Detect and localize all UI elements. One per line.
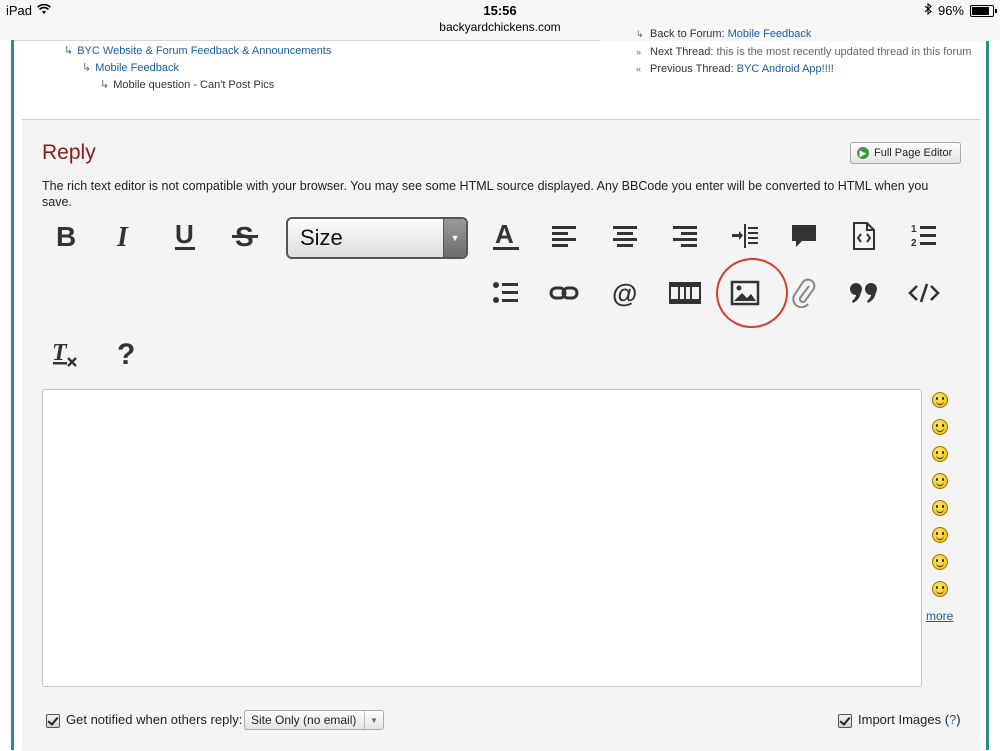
frown-icon[interactable] (932, 419, 948, 435)
bluetooth-icon (924, 2, 932, 18)
notify-select-value: Site Only (no email) (251, 713, 357, 727)
reply-text-area[interactable] (42, 389, 922, 687)
indent-icon[interactable] (725, 216, 765, 256)
link-icon[interactable] (544, 273, 584, 313)
back-to-forum-link[interactable]: Mobile Feedback (728, 28, 812, 38)
previous-thread-label: Previous Thread: (650, 63, 734, 75)
import-images-text: Import Images ( (858, 712, 950, 727)
page-left-border (0, 40, 14, 750)
svg-text:I: I (116, 222, 129, 251)
previous-thread-row: « Previous Thread: BYC Android App!!!! (636, 61, 971, 78)
notify-select[interactable]: Site Only (no email) ▼ (244, 710, 384, 730)
strikethrough-icon[interactable]: S (225, 216, 265, 256)
next-thread-text: this is the most recently updated thread… (716, 46, 972, 58)
back-to-forum-label: Back to Forum: (650, 28, 725, 38)
breadcrumb: ↳ BYC Website & Forum Feedback & Announce… (64, 43, 331, 94)
more-smileys-link[interactable]: more (926, 609, 953, 623)
full-page-editor-label: Full Page Editor (874, 147, 953, 159)
svg-text:B: B (56, 221, 76, 251)
breadcrumb-arrow-icon: ↳ (82, 62, 92, 74)
full-page-editor-button[interactable]: ▶ Full Page Editor (850, 142, 962, 164)
cool-icon[interactable] (932, 554, 948, 570)
battery-percent: 96% (937, 3, 964, 18)
breadcrumb-subforum-link[interactable]: Mobile Feedback (95, 62, 179, 74)
align-right-icon[interactable] (665, 216, 705, 256)
thread-navigation: ↳ Back to Forum: Mobile Feedback » Next Th… (636, 28, 971, 78)
text-color-icon[interactable]: A (486, 216, 526, 256)
next-thread-row: » Next Thread: this is the most recently … (636, 44, 971, 61)
next-arrow-icon: » (636, 47, 642, 57)
video-icon[interactable] (665, 273, 705, 313)
wink-icon[interactable] (932, 473, 948, 489)
attach-icon[interactable] (784, 273, 824, 313)
battery-area: 96% (924, 2, 997, 18)
reply-panel: Reply ▶ Full Page Editor The rich text e… (22, 119, 980, 751)
breadcrumb-forum-link[interactable]: BYC Website & Forum Feedback & Announcem… (77, 45, 331, 57)
svg-text:?: ? (117, 338, 135, 370)
quote-icon[interactable] (844, 273, 884, 313)
next-thread-label: Next Thread: (650, 46, 714, 58)
tongue-icon[interactable] (932, 527, 948, 543)
clock: 15:56 (483, 3, 517, 18)
import-images-close-paren: ) (956, 712, 961, 727)
mention-icon[interactable]: @ (605, 273, 645, 313)
help-icon[interactable]: ? (106, 334, 146, 374)
confused-icon[interactable] (932, 581, 948, 597)
code-icon[interactable] (904, 273, 944, 313)
svg-text:A: A (495, 220, 514, 249)
reply-title: Reply (42, 141, 96, 164)
previous-arrow-icon: « (636, 64, 642, 74)
statusbar-overlap-mask (600, 40, 990, 41)
font-size-select[interactable]: Size ▼ (286, 217, 468, 259)
italic-icon[interactable]: I (104, 216, 144, 256)
align-center-icon[interactable] (605, 216, 645, 256)
svg-text:U: U (175, 220, 194, 249)
neutral-icon[interactable] (932, 500, 948, 516)
bold-icon[interactable]: B (46, 216, 86, 256)
previous-thread-link[interactable]: BYC Android App!!!! (737, 63, 834, 75)
reply-options: Get notified when others reply: Site Onl… (46, 710, 966, 733)
back-arrow-icon: ↳ (636, 29, 644, 38)
back-to-forum-row: ↳ Back to Forum: Mobile Feedback (636, 26, 971, 38)
chevron-down-icon: ▼ (443, 219, 466, 257)
breadcrumb-arrow-icon: ↳ (64, 45, 74, 57)
page-right-border (986, 40, 1000, 750)
source-icon[interactable] (844, 216, 884, 256)
comment-icon[interactable] (784, 216, 824, 256)
numbered-list-icon[interactable]: 12 (904, 216, 944, 256)
font-size-value: Size (300, 225, 343, 250)
align-left-icon[interactable] (544, 216, 584, 256)
breadcrumb-current-thread: Mobile question - Can't Post Pics (113, 79, 275, 91)
notify-label: Get notified when others reply: (66, 712, 243, 727)
big-grin-icon[interactable] (932, 446, 948, 462)
annotation-circle (711, 253, 793, 333)
expand-icon: ▶ (857, 147, 869, 159)
svg-text:@: @ (612, 279, 637, 307)
battery-icon (970, 4, 997, 17)
import-images-checkbox[interactable] (838, 714, 852, 728)
bullet-list-icon[interactable] (486, 273, 526, 313)
svg-text:2: 2 (911, 238, 917, 249)
import-images-label: Import Images (?) (858, 712, 961, 727)
notify-checkbox[interactable] (46, 714, 60, 728)
smile-icon[interactable] (932, 392, 948, 408)
breadcrumb-arrow-icon: ↳ (100, 79, 110, 91)
clear-format-icon[interactable]: T (46, 334, 86, 374)
underline-icon[interactable]: U (165, 216, 205, 256)
editor-compat-notice: The rich text editor is not compatible w… (42, 179, 929, 209)
svg-text:1: 1 (911, 224, 917, 235)
chevron-down-icon: ▼ (364, 711, 383, 729)
